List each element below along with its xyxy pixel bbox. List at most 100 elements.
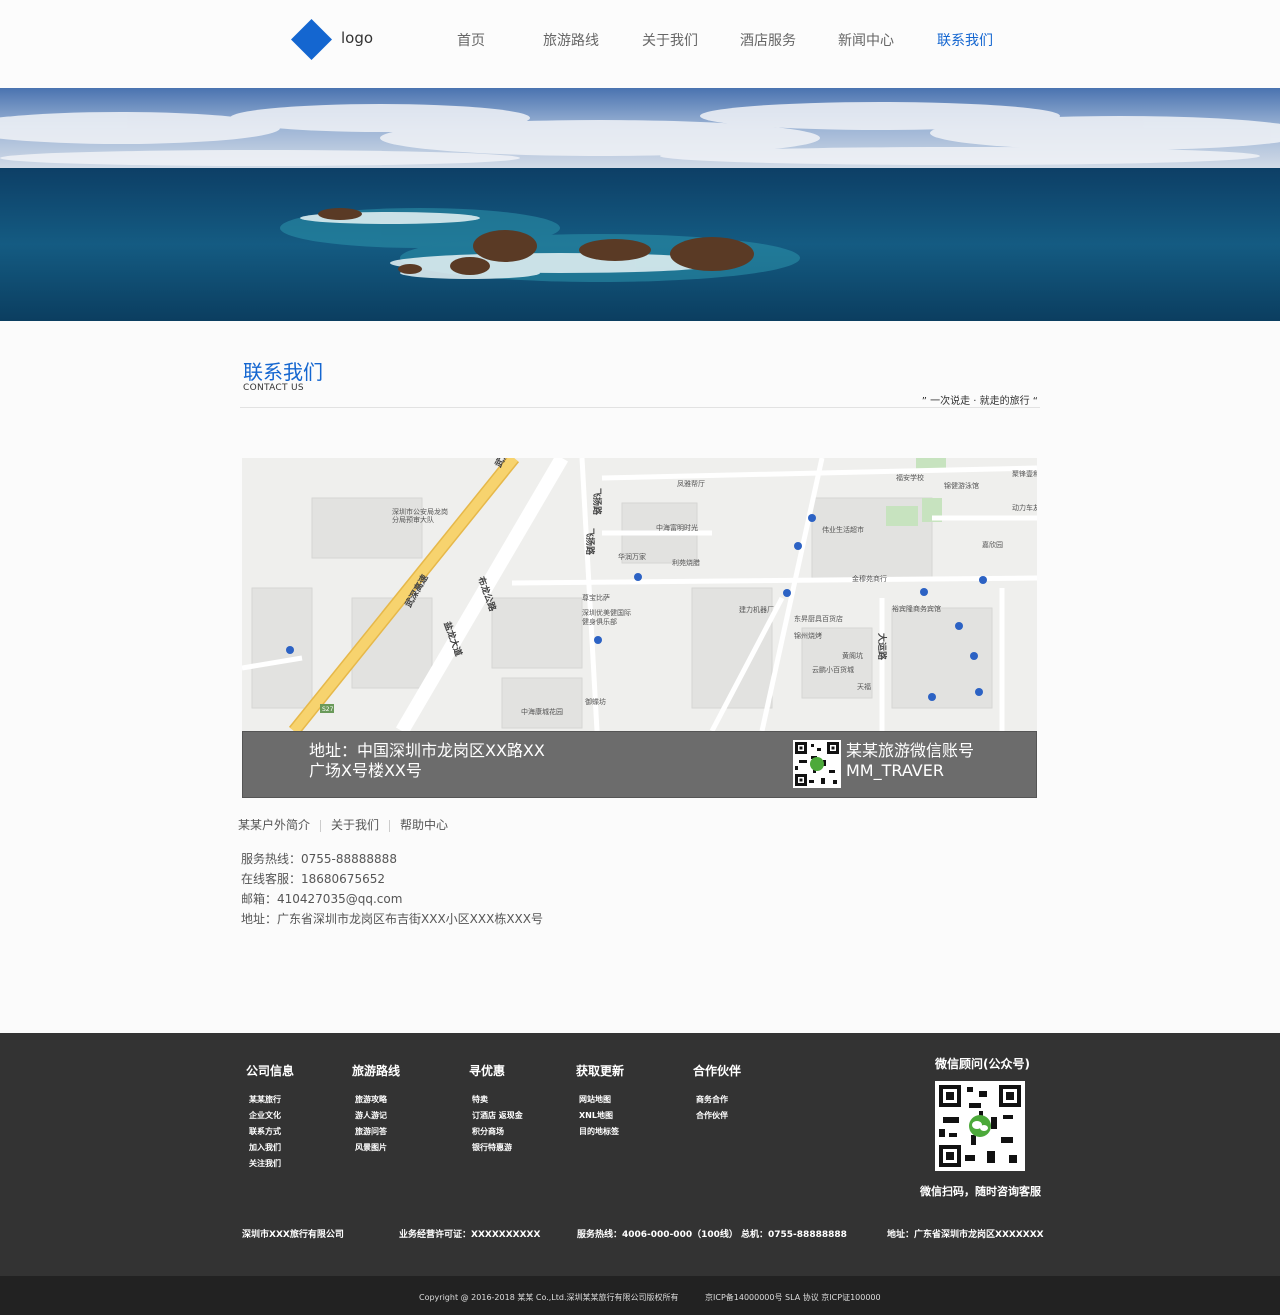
- footer-link[interactable]: 网站地图: [576, 1092, 624, 1108]
- link-help[interactable]: 帮助中心: [400, 816, 448, 833]
- footer-col-deals: 寻优惠 特卖 订酒店 返现金 积分商场 银行特惠游: [469, 1062, 523, 1156]
- svg-text:锦州烧烤: 锦州烧烤: [794, 631, 822, 640]
- svg-text:云鹏小百货城: 云鹏小百货城: [812, 665, 854, 674]
- svg-text:大运路: 大运路: [876, 633, 888, 661]
- footer-link[interactable]: 商务合作: [693, 1092, 741, 1108]
- svg-text:中海康城花园: 中海康城花园: [521, 707, 563, 716]
- footer-license: 业务经营许可证：XXXXXXXXXX: [399, 1230, 541, 1240]
- copyright-bar: Copyright @ 2016-2018 某某 Co.,Ltd.深圳某某旅行有…: [0, 1276, 1280, 1315]
- map-address-line1: 地址：中国深圳市龙岗区XX路XX: [309, 741, 545, 760]
- footer-col-updates: 获取更新 网站地图 XNL地图 目的地标签: [576, 1062, 624, 1140]
- footer-hotline: 服务热线：4006-000-000（100线） 总机：0755-88888888: [577, 1230, 847, 1240]
- svg-text:天福: 天福: [857, 682, 871, 691]
- nav-item-news[interactable]: 新闻中心: [838, 30, 894, 50]
- nav-item-hotel[interactable]: 酒店服务: [740, 30, 796, 50]
- map-wechat-id: MM_TRAVER: [846, 761, 944, 780]
- svg-text:分局预审大队: 分局预审大队: [392, 515, 434, 524]
- footer-link[interactable]: 目的地标签: [576, 1124, 624, 1140]
- svg-text:飞扬路: 飞扬路: [591, 488, 603, 516]
- footer-link[interactable]: 特卖: [469, 1092, 523, 1108]
- footer-qr-title: 微信顾问(公众号): [935, 1057, 1030, 1071]
- footer-address: 地址：广东省深圳市龙岗区XXXXXXX: [887, 1230, 1044, 1240]
- footer-col-title: 旅游路线: [352, 1064, 401, 1078]
- link-separator: [389, 819, 391, 832]
- map-wechat-info: 某某旅游微信账号 MM_TRAVER: [846, 741, 974, 781]
- icp-text[interactable]: 京ICP备14000000号 SLA 协议 京ICP证100000: [705, 1292, 881, 1303]
- svg-text:锦健游泳馆: 锦健游泳馆: [944, 481, 979, 490]
- contact-online: 在线客服：18680675652: [241, 872, 385, 886]
- svg-text:尊宝比萨: 尊宝比萨: [582, 593, 610, 602]
- nav-item-contact[interactable]: 联系我们: [937, 30, 993, 50]
- svg-text:飞扬路: 飞扬路: [584, 528, 596, 556]
- svg-text:中海富明时光: 中海富明时光: [656, 523, 698, 532]
- contact-address: 地址：广东省深圳市龙岗区布吉街XXX小区XXX栋XXX号: [241, 912, 543, 926]
- site-header: logo 首页 旅游路线 关于我们 酒店服务 新闻中心 联系我们: [0, 0, 1280, 88]
- footer-link[interactable]: 加入我们: [246, 1140, 294, 1156]
- svg-text:深圳优美健国际: 深圳优美健国际: [582, 608, 631, 617]
- divider: [240, 407, 1040, 408]
- footer-col-partners: 合作伙伴 商务合作 合作伙伴: [693, 1062, 741, 1124]
- contact-info: 服务热线：0755-88888888 在线客服：18680675652 邮箱：4…: [241, 849, 543, 929]
- nav-item-routes[interactable]: 旅游路线: [543, 30, 599, 50]
- footer-link[interactable]: 某某旅行: [246, 1092, 294, 1108]
- page-subtitle: CONTACT US: [243, 383, 304, 393]
- footer-col-title: 合作伙伴: [693, 1064, 742, 1078]
- logo-icon[interactable]: [290, 18, 333, 61]
- contact-email: 邮箱：410427035@qq.com: [241, 892, 403, 906]
- svg-text:动力车友: 动力车友: [1012, 503, 1037, 512]
- footer-link[interactable]: 积分商场: [469, 1124, 523, 1140]
- map-address-line2: 广场X号楼XX号: [309, 761, 422, 780]
- map-info-bar: 地址：中国深圳市龙岗区XX路XX 广场X号楼XX号 某某旅游微信账号 MM_TR…: [242, 731, 1037, 798]
- svg-text:建力机器厂: 建力机器厂: [739, 605, 774, 614]
- footer-link[interactable]: 旅游攻略: [352, 1092, 400, 1108]
- svg-text:聚锋壹和: 聚锋壹和: [1012, 469, 1037, 478]
- svg-text:东昇厨具百货店: 东昇厨具百货店: [794, 614, 843, 623]
- footer-company: 深圳市XXX旅行有限公司: [242, 1230, 344, 1240]
- slogan: ” 一次说走 · 就走的旅行 “: [921, 396, 1038, 407]
- svg-text:利苑烧腊: 利苑烧腊: [672, 558, 700, 567]
- svg-text:黄阁坑: 黄阁坑: [842, 651, 863, 660]
- svg-text:嘉欣园: 嘉欣园: [982, 540, 1003, 549]
- location-map[interactable]: 深圳市公安局龙岗 分局预审大队 凤雅帮厅 中海富明时光 华润万家 利苑烧腊 尊宝…: [242, 458, 1037, 731]
- nav-item-home[interactable]: 首页: [457, 30, 485, 50]
- footer-qr-caption: 微信扫码，随时咨询客服: [920, 1185, 1041, 1198]
- footer-link[interactable]: 合作伙伴: [693, 1108, 741, 1124]
- footer-link[interactable]: 订酒店 返现金: [469, 1108, 523, 1124]
- svg-text:福安学校: 福安学校: [896, 473, 924, 482]
- svg-text:华润万家: 华润万家: [618, 552, 646, 561]
- svg-text:S27: S27: [322, 706, 334, 713]
- footer-col-routes: 旅游路线 旅游攻略 游人游记 旅游问答 风景图片: [352, 1062, 400, 1156]
- footer-link[interactable]: 旅游问答: [352, 1124, 400, 1140]
- link-separator: [320, 819, 322, 832]
- footer-col-title: 寻优惠: [469, 1064, 506, 1078]
- wechat-qr-icon: [935, 1081, 1025, 1171]
- map-wechat-label: 某某旅游微信账号: [846, 741, 975, 760]
- site-footer: 公司信息 某某旅行 企业文化 联系方式 加入我们 关注我们 旅游路线 旅游攻略 …: [0, 1033, 1280, 1276]
- svg-text:金穆苑商行: 金穆苑商行: [852, 574, 887, 583]
- contact-hotline: 服务热线：0755-88888888: [241, 852, 397, 866]
- hero-banner-image: [0, 88, 1280, 321]
- nav-item-about[interactable]: 关于我们: [642, 30, 698, 50]
- link-about[interactable]: 关于我们: [331, 816, 379, 833]
- footer-link[interactable]: 游人游记: [352, 1108, 400, 1124]
- footer-link[interactable]: 风景图片: [352, 1140, 400, 1156]
- page-title: 联系我们: [243, 360, 323, 384]
- link-intro[interactable]: 某某户外简介: [238, 816, 310, 833]
- svg-text:凤雅帮厅: 凤雅帮厅: [677, 479, 705, 488]
- footer-link[interactable]: XNL地图: [576, 1108, 624, 1124]
- footer-link[interactable]: 银行特惠游: [469, 1140, 523, 1156]
- svg-text:深圳市公安局龙岗: 深圳市公安局龙岗: [392, 507, 448, 516]
- map-address: 地址：中国深圳市龙岗区XX路XX 广场X号楼XX号: [309, 741, 545, 781]
- footer-link[interactable]: 联系方式: [246, 1124, 294, 1140]
- logo-text[interactable]: logo: [341, 29, 373, 47]
- qr-code-icon: [793, 740, 841, 788]
- svg-text:伟业生活超市: 伟业生活超市: [822, 525, 864, 534]
- copyright-text: Copyright @ 2016-2018 某某 Co.,Ltd.深圳某某旅行有…: [419, 1293, 679, 1302]
- footer-link[interactable]: 企业文化: [246, 1108, 294, 1124]
- footer-link[interactable]: 关注我们: [246, 1156, 294, 1172]
- svg-text:裕宾隆商务宾馆: 裕宾隆商务宾馆: [892, 604, 941, 613]
- sub-links: 某某户外简介 关于我们 帮助中心: [238, 816, 448, 833]
- svg-text:健身俱乐部: 健身俱乐部: [582, 617, 617, 626]
- footer-col-title: 获取更新: [576, 1064, 625, 1078]
- svg-text:御蝶坊: 御蝶坊: [585, 697, 606, 706]
